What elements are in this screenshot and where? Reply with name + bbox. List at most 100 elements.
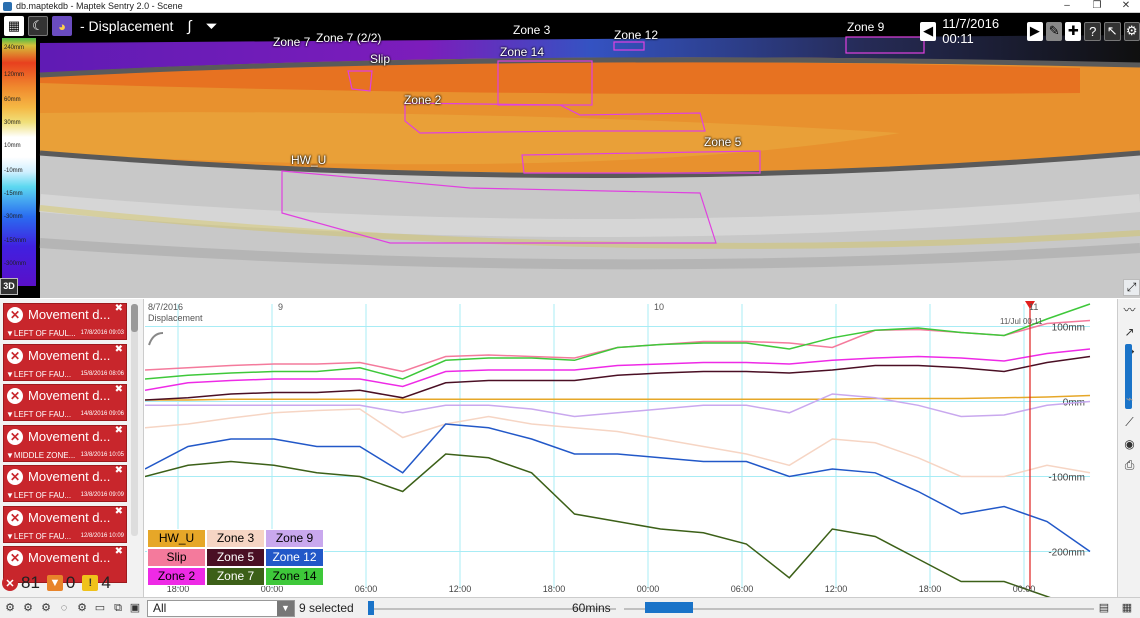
zone-label[interactable]: Zone 5 bbox=[704, 135, 741, 149]
legend-label: -150mm bbox=[4, 238, 27, 244]
tool-icon[interactable]: ⚙ bbox=[74, 600, 90, 616]
alert-title: Movement d... bbox=[28, 388, 111, 403]
close-icon[interactable]: ✖ bbox=[115, 303, 123, 314]
scene-toolbar: ▦ ☾ ◕ - Displacement ∫ ⏷ bbox=[0, 13, 218, 39]
alert-subtitle: ▼MIDDLE ZONE... 13/8/2016 10:05 bbox=[6, 451, 124, 460]
alert-item[interactable]: ✕ Movement d... ✖ ▼MIDDLE ZONE... 13/8/2016 … bbox=[3, 424, 127, 462]
legend-entry[interactable]: Zone 3 bbox=[206, 529, 265, 548]
filter-dropdown[interactable]: All ▼ bbox=[147, 600, 295, 617]
series-line-zone-3[interactable] bbox=[145, 408, 1091, 478]
export-icon[interactable]: ⎙ bbox=[1121, 457, 1138, 474]
chart-date-label: 8/7/2016 bbox=[148, 302, 183, 312]
series-line-zone-2[interactable] bbox=[145, 348, 1091, 392]
close-icon[interactable]: ✖ bbox=[115, 465, 123, 476]
y-tick-label: -100mm bbox=[1048, 473, 1085, 484]
tool-icon[interactable]: ▣ bbox=[127, 600, 143, 616]
tool-icon[interactable]: ▭ bbox=[92, 600, 108, 616]
selected-count: 9 selected bbox=[299, 601, 354, 615]
settings-icon[interactable]: ⚙ bbox=[1123, 21, 1140, 41]
legend-entry[interactable]: Zone 7 bbox=[206, 567, 265, 586]
tool-icon[interactable]: ◌ bbox=[56, 600, 72, 616]
window-title: db.maptekdb - Maptek Sentry 2.0 - Scene bbox=[16, 1, 183, 11]
zone-label[interactable]: Zone 2 bbox=[404, 93, 441, 107]
alert-error-icon: ✕ bbox=[7, 550, 23, 566]
path-icon[interactable]: ∫ bbox=[187, 18, 191, 35]
view-icon[interactable]: ◉ bbox=[1121, 436, 1138, 453]
interval-label: 60mins bbox=[572, 601, 611, 615]
scene-title: - Displacement bbox=[80, 18, 174, 34]
close-icon[interactable]: ✖ bbox=[115, 546, 123, 557]
help-icon[interactable]: ? bbox=[1084, 21, 1101, 41]
tool-icon[interactable]: ⚙ bbox=[38, 600, 54, 616]
alert-date: 13/8/2016 09:09 bbox=[80, 492, 124, 498]
alert-item[interactable]: ✕ Movement d... ✖ ▼LEFT OF FAU... 13/8/2016 … bbox=[3, 465, 127, 502]
maximize-button[interactable]: ❐ bbox=[1083, 0, 1111, 13]
filter-icon[interactable]: ⏷ bbox=[205, 18, 217, 35]
chart-tools-panel: 〰 ↗ ✥ ⌁ ⟋ ◉ ⎙ bbox=[1117, 299, 1140, 597]
expand-icon[interactable]: ⤢ bbox=[1123, 279, 1140, 296]
series-line-hw_u[interactable] bbox=[145, 394, 1091, 401]
tool-icon[interactable]: ⚙ bbox=[2, 600, 18, 616]
legend-entry[interactable]: Zone 14 bbox=[265, 567, 324, 586]
scroll-thumb[interactable] bbox=[131, 304, 138, 332]
zone-label[interactable]: Zone 12 bbox=[614, 28, 658, 42]
3d-mode-button[interactable]: 3D bbox=[0, 278, 18, 295]
edit-icon[interactable]: ✎ bbox=[1046, 21, 1063, 41]
scene-view[interactable]: ▦ ☾ ◕ - Displacement ∫ ⏷ ◀ 11/7/2016 00:… bbox=[0, 13, 1140, 298]
zone-label[interactable]: Zone 3 bbox=[513, 23, 550, 37]
curve-icon[interactable] bbox=[148, 332, 164, 346]
legend-entry[interactable]: Zone 9 bbox=[265, 529, 324, 548]
alert-item[interactable]: ✕ Movement d... ✖ ▼LEFT OF FAUL... 17/8/2016… bbox=[3, 303, 127, 340]
moon-icon[interactable]: ☾ bbox=[28, 16, 48, 36]
measure-icon[interactable]: ⟋ bbox=[1121, 414, 1138, 431]
next-time-icon[interactable]: ▶ bbox=[1026, 21, 1044, 41]
zone-label[interactable]: Zone 7 (2/2) bbox=[316, 31, 381, 45]
close-icon[interactable]: ✖ bbox=[115, 384, 123, 395]
warning-count: 0 bbox=[65, 573, 76, 592]
grid-view-icon[interactable]: ▦ bbox=[1118, 600, 1136, 616]
palette-icon[interactable]: ◕ bbox=[52, 16, 72, 36]
add-icon[interactable]: ✚ bbox=[1065, 21, 1082, 41]
chart-view-icon[interactable]: ▤ bbox=[1095, 600, 1113, 616]
alert-date: 12/8/2016 10:09 bbox=[80, 532, 124, 539]
critical-count: 81 bbox=[21, 573, 40, 592]
legend-entry[interactable]: Zone 2 bbox=[147, 567, 206, 586]
time-slider-thumb[interactable] bbox=[368, 601, 374, 615]
series-line-zone-9[interactable] bbox=[145, 393, 1091, 418]
close-icon[interactable]: ✖ bbox=[115, 506, 123, 517]
cursor-label: 11/Jul 00:11 bbox=[1000, 317, 1043, 326]
close-icon[interactable]: ✖ bbox=[115, 425, 123, 436]
alert-item[interactable]: ✕ Movement d... ✖ ▼LEFT OF FAU... 15/8/2016 … bbox=[3, 343, 127, 381]
prev-time-icon[interactable]: ◀ bbox=[920, 21, 937, 41]
zone-label[interactable]: Zone 9 bbox=[847, 20, 884, 34]
range-slider-track[interactable] bbox=[624, 608, 1094, 610]
zone-label[interactable]: Zone 7 bbox=[273, 35, 310, 49]
x-tick-label: 00:00 bbox=[637, 584, 660, 594]
alert-title: Movement d... bbox=[28, 428, 111, 444]
series-line-slip[interactable] bbox=[145, 319, 1091, 373]
close-button[interactable]: ✕ bbox=[1112, 0, 1140, 13]
legend-entry[interactable]: HW_U bbox=[147, 529, 206, 548]
alerts-scrollbar[interactable] bbox=[131, 304, 138, 536]
displacement-chart[interactable]: 100mm 0mm -100mm -200mm 8/7/2016 Displacement… bbox=[145, 299, 1117, 597]
alert-item[interactable]: ✕ Movement d... ✖ ▼LEFT OF FAU... 14/8/2016 … bbox=[3, 384, 127, 421]
grid-icon[interactable]: ▦ bbox=[4, 16, 24, 36]
zone-label[interactable]: Slip bbox=[370, 52, 390, 66]
alert-location: ▼LEFT OF FAUL... bbox=[6, 329, 76, 338]
legend-entry[interactable]: Slip bbox=[147, 548, 206, 567]
zone-label[interactable]: HW_U bbox=[291, 153, 326, 167]
arrow-icon[interactable]: ↗ bbox=[1121, 324, 1138, 341]
tool-icon[interactable]: ⧉ bbox=[110, 600, 126, 616]
alert-item[interactable]: ✕ Movement d... ✖ ▼LEFT OF FAU... 12/8/2016 … bbox=[3, 505, 127, 543]
minimize-button[interactable]: – bbox=[1053, 0, 1081, 13]
legend-entry[interactable]: Zone 12 bbox=[265, 548, 324, 567]
pointer-icon[interactable]: ↖ bbox=[1103, 21, 1121, 41]
tool-icon[interactable]: ⚙ bbox=[20, 600, 36, 616]
legend-entry[interactable]: Zone 5 bbox=[206, 548, 265, 567]
range-slider-thumb[interactable] bbox=[645, 602, 693, 613]
chevron-down-icon[interactable]: ▼ bbox=[277, 601, 294, 616]
chart-icon[interactable]: 〰 bbox=[1121, 302, 1138, 319]
zone-label[interactable]: Zone 14 bbox=[500, 45, 544, 59]
x-tick-label: 06:00 bbox=[355, 584, 378, 594]
close-icon[interactable]: ✖ bbox=[115, 344, 123, 355]
